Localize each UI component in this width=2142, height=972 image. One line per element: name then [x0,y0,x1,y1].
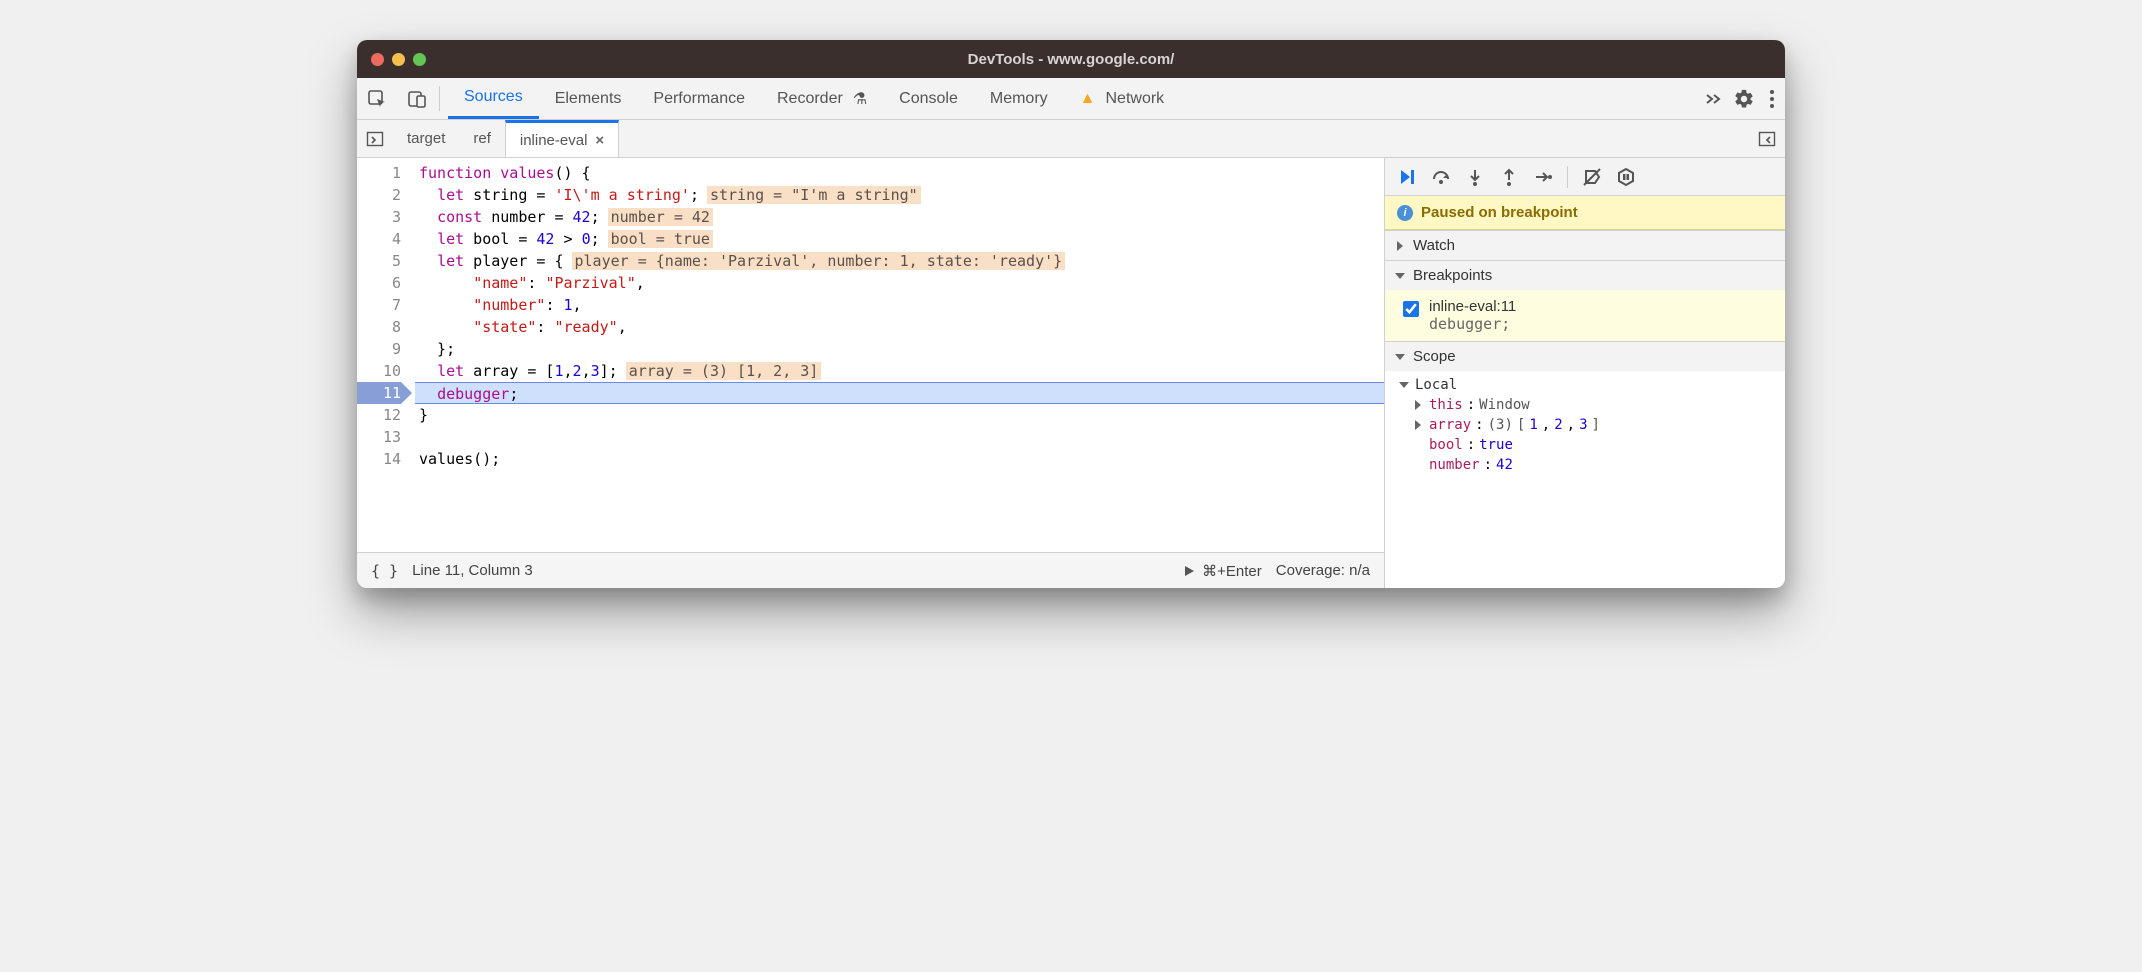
code-line[interactable]: "number": 1, [419,294,1384,316]
file-tab-ref[interactable]: ref [459,120,505,157]
step-out-button[interactable] [1499,167,1519,187]
pretty-print-button[interactable]: { } [371,562,398,580]
code-line[interactable]: function values() { [419,162,1384,184]
deactivate-breakpoints-button[interactable] [1582,167,1602,187]
panel-tab-memory[interactable]: Memory [974,78,1064,119]
panel-tab-sources[interactable]: Sources [448,78,539,119]
debugger-column: i Paused on breakpoint Watch Breakpoints… [1385,158,1785,588]
inline-value-hint: bool = true [608,230,713,248]
line-number[interactable]: 7 [357,294,401,316]
scope-variable[interactable]: number: 42 [1411,455,1785,475]
scope-variable[interactable]: this: Window [1411,395,1785,415]
breakpoints-section-header[interactable]: Breakpoints [1385,260,1785,290]
line-number[interactable]: 1 [357,162,401,184]
device-toggle-button[interactable] [397,78,437,119]
line-number[interactable]: 10 [357,360,401,382]
step-over-button[interactable] [1431,167,1451,187]
line-number[interactable]: 2 [357,184,401,206]
panel-tab-network[interactable]: ▲Network [1064,78,1181,119]
code-line[interactable]: } [419,404,1384,426]
main-split: 1234567891011121314 function values() { … [357,158,1785,588]
cursor-position: Line 11, Column 3 [412,562,533,579]
paused-banner: i Paused on breakpoint [1385,196,1785,230]
more-file-tabs-button[interactable] [1749,120,1785,157]
code-line[interactable]: "name": "Parzival", [419,272,1384,294]
line-number[interactable]: 12 [357,404,401,426]
code-line[interactable] [419,426,1384,448]
info-icon: i [1397,205,1413,221]
breakpoint-location: inline-eval:11 [1429,298,1516,315]
scope-variable[interactable]: array: (3) [1, 2, 3] [1411,415,1785,435]
line-number[interactable]: 3 [357,206,401,228]
pause-on-exceptions-button[interactable] [1616,167,1636,187]
line-number[interactable]: 9 [357,338,401,360]
code-line[interactable]: "state": "ready", [419,316,1384,338]
file-tab-target[interactable]: target [393,120,459,157]
resume-button[interactable] [1397,167,1417,187]
warning-icon: ▲ [1080,90,1096,108]
breakpoint-checkbox[interactable] [1403,301,1419,317]
coverage-status: Coverage: n/a [1276,562,1370,579]
close-file-tab-button[interactable]: × [595,132,604,149]
code-line[interactable]: let string = 'I\'m a string';string = "I… [419,184,1384,206]
step-into-button[interactable] [1465,167,1485,187]
line-number[interactable]: 13 [357,426,401,448]
scope-variable[interactable]: bool: true [1411,435,1785,455]
panel-tab-console[interactable]: Console [883,78,974,119]
line-number[interactable]: 8 [357,316,401,338]
panel-tab-elements[interactable]: Elements [539,78,638,119]
watch-section-header[interactable]: Watch [1385,230,1785,260]
window-title: DevTools - www.google.com/ [357,51,1785,68]
code-line[interactable]: let player = {player = {name: 'Parzival'… [419,250,1384,272]
line-number[interactable]: 6 [357,272,401,294]
file-tab-inline-eval[interactable]: inline-eval× [505,120,619,157]
code-line[interactable]: let bool = 42 > 0;bool = true [419,228,1384,250]
line-number[interactable]: 11 [357,382,401,404]
code-line[interactable]: debugger; [415,382,1384,404]
inline-value-hint: string = "I'm a string" [707,186,921,204]
code-line[interactable]: let array = [1,2,3];array = (3) [1, 2, 3… [419,360,1384,382]
panel-tab-recorder[interactable]: Recorder⚗ [761,78,883,119]
flask-icon: ⚗ [853,89,867,109]
debugger-toolbar [1385,158,1785,196]
scope-local-header[interactable]: Local [1397,375,1785,395]
titlebar: DevTools - www.google.com/ [357,40,1785,78]
show-navigator-button[interactable] [357,120,393,157]
more-panels-button[interactable] [1693,78,1733,119]
editor-column: 1234567891011121314 function values() { … [357,158,1385,588]
editor-statusbar: { } Line 11, Column 3 ⌘+Enter Coverage: … [357,552,1384,588]
scope-section-header[interactable]: Scope [1385,341,1785,371]
more-options-button[interactable] [1769,88,1775,110]
line-number[interactable]: 14 [357,448,401,470]
run-snippet-button[interactable]: ⌘+Enter [1182,562,1262,580]
code-line[interactable]: }; [419,338,1384,360]
inline-value-hint: array = (3) [1, 2, 3] [626,362,822,380]
code-line[interactable]: values(); [419,448,1384,470]
inspect-element-button[interactable] [357,78,397,119]
settings-button[interactable] [1733,88,1755,110]
panel-tab-performance[interactable]: Performance [637,78,761,119]
inline-value-hint: number = 42 [608,208,713,226]
panel-tabbar: SourcesElementsPerformanceRecorder⚗Conso… [357,78,1785,120]
line-number[interactable]: 4 [357,228,401,250]
line-number[interactable]: 5 [357,250,401,272]
step-button[interactable] [1533,167,1553,187]
breakpoint-snippet: debugger; [1429,315,1516,333]
code-line[interactable]: const number = 42;number = 42 [419,206,1384,228]
devtools-window: DevTools - www.google.com/ SourcesElemen… [357,40,1785,588]
sources-filebar: targetrefinline-eval× [357,120,1785,158]
inline-value-hint: player = {name: 'Parzival', number: 1, s… [572,252,1066,270]
code-editor[interactable]: 1234567891011121314 function values() { … [357,158,1384,552]
breakpoint-item[interactable]: inline-eval:11debugger; [1385,290,1785,341]
